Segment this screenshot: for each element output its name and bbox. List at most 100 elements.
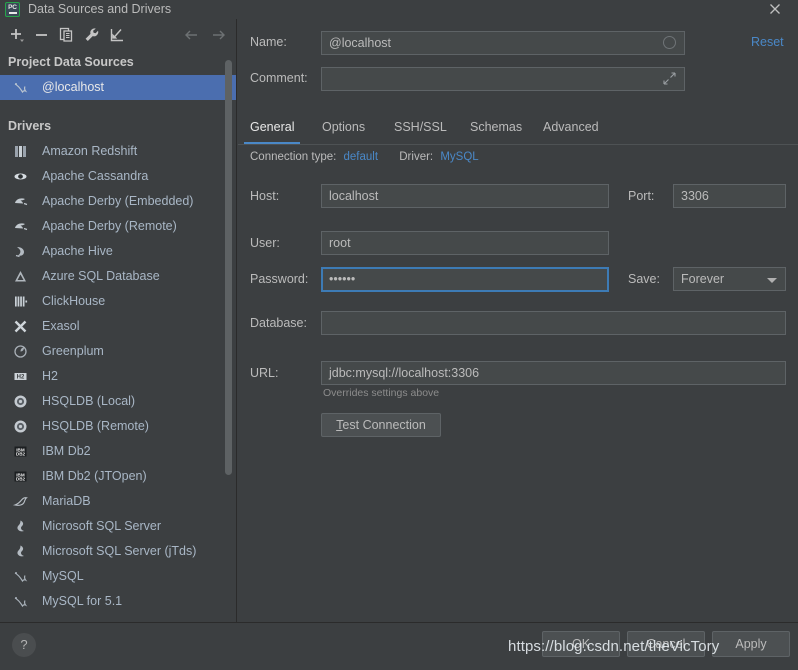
tab-schemas[interactable]: Schemas [470, 113, 522, 144]
pycharm-icon: PC [5, 2, 20, 17]
port-label: Port: [628, 189, 654, 203]
driver-item-label: MariaDB [42, 494, 91, 508]
tab-general[interactable]: General [250, 113, 294, 144]
close-button[interactable] [762, 0, 788, 19]
data-sources-dialog: PC Data Sources and Drivers [0, 0, 798, 670]
h2-icon: H2 [12, 368, 29, 385]
sidebar-scrollbar[interactable] [225, 60, 232, 475]
driver-item-mysql[interactable]: MySQL [0, 564, 236, 589]
remove-button[interactable] [33, 26, 51, 44]
greenplum-icon [12, 343, 29, 360]
url-input[interactable]: jdbc:mysql://localhost:3306 [321, 361, 786, 385]
ibm-db2-icon: IBM DB2 [12, 443, 29, 460]
tab-ssh-ssl[interactable]: SSH/SSL [394, 113, 447, 144]
import-arrow-icon [108, 26, 126, 44]
data-sources-tree[interactable]: Project Data Sources @localhost Drivers [0, 49, 236, 622]
sidebar-item-label: @localhost [42, 80, 104, 94]
svg-text:H2: H2 [17, 375, 25, 381]
driver-item-mysql-for-5-1[interactable]: MySQL for 5.1 [0, 589, 236, 614]
drivers-header: Drivers [0, 113, 236, 139]
driver-item-clickhouse[interactable]: ClickHouse [0, 289, 236, 314]
dialog-footer: ? OK Cancel Apply [0, 622, 798, 670]
arrow-left-icon [183, 26, 201, 44]
cancel-button[interactable]: Cancel [627, 631, 705, 657]
data-sources-panel: Project Data Sources @localhost Drivers [0, 19, 237, 622]
mssql-icon [12, 543, 29, 560]
password-input[interactable]: •••••• [321, 267, 609, 292]
user-label: User: [250, 236, 280, 250]
password-label: Password: [250, 272, 308, 286]
pycharm-icon-text: PC [6, 3, 19, 12]
clickhouse-icon [12, 293, 29, 310]
connection-type-value[interactable]: default [344, 151, 379, 163]
data-sources-toolbar [0, 19, 236, 49]
properties-button[interactable] [83, 26, 101, 44]
name-input[interactable]: @localhost [321, 31, 685, 55]
driver-item-apache-derby-embedded[interactable]: Apache Derby (Embedded) [0, 189, 236, 214]
reset-link[interactable]: Reset [751, 35, 784, 49]
help-button[interactable]: ? [12, 633, 36, 657]
database-input[interactable] [321, 311, 786, 335]
driver-item-greenplum[interactable]: Greenplum [0, 339, 236, 364]
user-input[interactable]: root [321, 231, 609, 255]
driver-item-exasol[interactable]: Exasol [0, 314, 236, 339]
driver-item-apache-hive[interactable]: Apache Hive [0, 239, 236, 264]
driver-item-hsqldb-remote[interactable]: HSQLDB (Remote) [0, 414, 236, 439]
apply-button[interactable]: Apply [712, 631, 790, 657]
driver-item-label: Apache Cassandra [42, 169, 148, 183]
driver-item-label: Amazon Redshift [42, 144, 137, 158]
port-input[interactable]: 3306 [673, 184, 786, 208]
test-connection-button[interactable]: Test Connection [321, 413, 441, 437]
driver-item-mariadb[interactable]: MariaDB [0, 489, 236, 514]
tab-advanced[interactable]: Advanced [543, 113, 599, 144]
exasol-icon [12, 318, 29, 335]
url-hint: Overrides settings above [323, 387, 439, 399]
driver-item-apache-derby-remote[interactable]: Apache Derby (Remote) [0, 214, 236, 239]
import-button[interactable] [108, 26, 126, 44]
driver-item-ibm-db2[interactable]: IBM DB2 IBM Db2 [0, 439, 236, 464]
save-label: Save: [628, 272, 660, 286]
mysql-icon [12, 568, 29, 585]
close-icon [769, 3, 781, 15]
driver-value[interactable]: MySQL [440, 151, 478, 163]
driver-item-microsoft-sql-server-jtds[interactable]: Microsoft SQL Server (jTds) [0, 539, 236, 564]
driver-item-label: Apache Derby (Embedded) [42, 194, 193, 208]
title-bar: PC Data Sources and Drivers [0, 0, 798, 19]
ok-button[interactable]: OK [542, 631, 620, 657]
svg-text:DB2: DB2 [16, 452, 26, 457]
arrow-right-icon [210, 26, 228, 44]
tab-options[interactable]: Options [322, 113, 365, 144]
driver-item-label: Microsoft SQL Server (jTds) [42, 544, 196, 558]
driver-item-label: Apache Derby (Remote) [42, 219, 177, 233]
mysql-icon [12, 593, 29, 610]
driver-item-hsqldb-local[interactable]: HSQLDB (Local) [0, 389, 236, 414]
driver-item-h2[interactable]: H2 H2 [0, 364, 236, 389]
expand-icon[interactable] [663, 72, 676, 90]
driver-item-label: Apache Hive [42, 244, 113, 258]
connection-type-label: Connection type: [250, 151, 336, 163]
mssql-icon [12, 518, 29, 535]
copy-button[interactable] [58, 26, 76, 44]
pycharm-icon-bar [9, 12, 17, 14]
driver-item-ibm-db2-jtopen[interactable]: IBM DB2 IBM Db2 (JTOpen) [0, 464, 236, 489]
derby-icon [12, 218, 29, 235]
add-button[interactable] [8, 26, 26, 44]
driver-item-label: Microsoft SQL Server [42, 519, 161, 533]
driver-item-azure-sql-database[interactable]: Azure SQL Database [0, 264, 236, 289]
save-select[interactable]: Forever [673, 267, 786, 291]
driver-item-apache-cassandra[interactable]: Apache Cassandra [0, 164, 236, 189]
wrench-icon [83, 26, 101, 44]
driver-item-label: IBM Db2 [42, 444, 91, 458]
sidebar-item-localhost[interactable]: @localhost [0, 75, 236, 100]
host-input[interactable]: localhost [321, 184, 609, 208]
back-button[interactable] [183, 26, 201, 44]
minus-icon [33, 26, 51, 44]
comment-input[interactable] [321, 67, 685, 91]
connection-type-row: Connection type: default Driver: MySQL [250, 151, 479, 163]
azure-icon [12, 268, 29, 285]
hive-icon [12, 243, 29, 260]
driver-item-microsoft-sql-server[interactable]: Microsoft SQL Server [0, 514, 236, 539]
driver-item-amazon-redshift[interactable]: Amazon Redshift [0, 139, 236, 164]
forward-button[interactable] [210, 26, 228, 44]
tabs-separator [238, 144, 798, 145]
